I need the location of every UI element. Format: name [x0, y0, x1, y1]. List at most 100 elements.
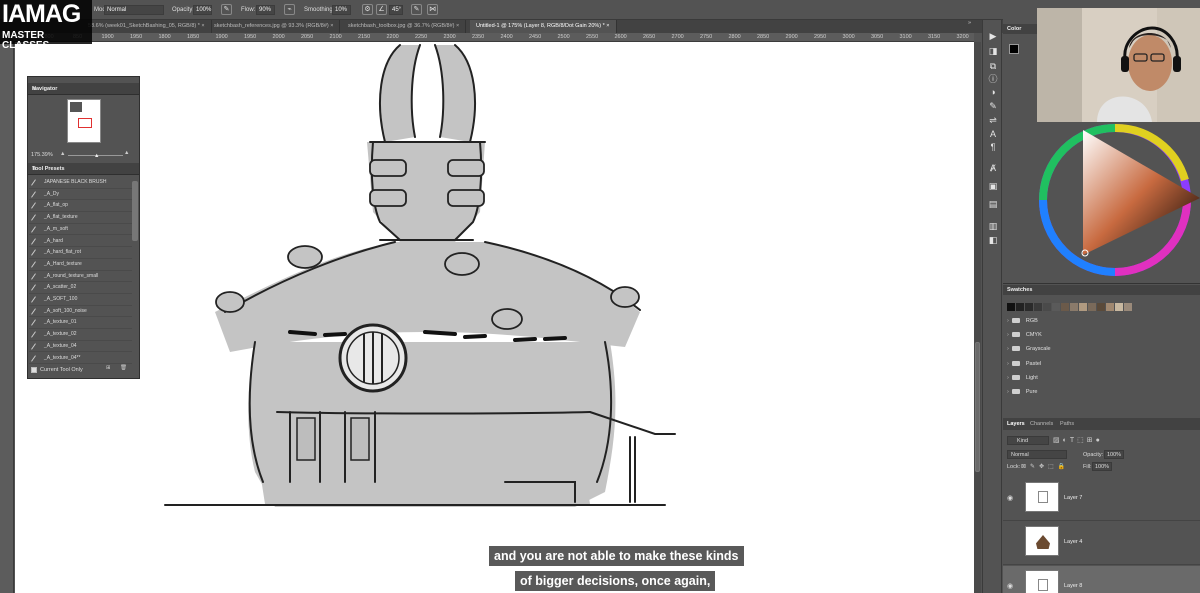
foreground-color-swatch[interactable] [1009, 44, 1019, 54]
color-swatch[interactable] [1034, 303, 1042, 311]
visibility-eye-icon[interactable]: ◉ [1007, 494, 1013, 502]
brush-settings-icon[interactable]: ◨ [987, 45, 999, 57]
swatch-folder[interactable]: › Grayscale [1007, 343, 1051, 355]
color-swatch[interactable] [1016, 303, 1024, 311]
color-swatch[interactable] [1097, 303, 1105, 311]
tool-preset-item[interactable]: _A_Hard_texture [29, 259, 132, 271]
zoom-out-icon[interactable]: ▲ [60, 151, 65, 157]
canvas[interactable]: and you are not able to make these kinds… [15, 42, 974, 593]
layer-name[interactable]: Layer 8 [1064, 583, 1082, 589]
swatch-folder[interactable]: › Pure [1007, 386, 1037, 398]
presets-scrollbar[interactable] [132, 181, 138, 241]
tool-preset-item[interactable]: _A_Dy [29, 189, 132, 201]
color-swatch[interactable] [1070, 303, 1078, 311]
blend-mode-select[interactable]: Normal [1007, 450, 1067, 459]
navigator-header[interactable]: Navigator ≡ [28, 83, 139, 95]
pressure-opacity-icon[interactable]: ✎ [221, 4, 232, 15]
layer-row[interactable]: Layer 4 [1003, 522, 1200, 565]
panel-menu-icon[interactable]: ≡ [32, 166, 136, 173]
visibility-eye-icon[interactable]: ◉ [1007, 582, 1013, 590]
zoom-slider-handle[interactable]: ▲ [94, 153, 99, 159]
tool-preset-item[interactable]: JAPANESE BLACK BRUSH [29, 177, 132, 189]
tab-untitled-1[interactable]: Untitled-1 @ 175% (Layer 8, RGB/8/Dot Ga… [470, 20, 617, 33]
color-swatch[interactable] [1106, 303, 1114, 311]
delete-preset-icon[interactable]: 🗑 [120, 365, 127, 371]
tab-sketchbashing[interactable]: 58.6% (week01_SketchBashing_05, RGB/8) *… [82, 20, 212, 33]
play-icon[interactable]: ▶ [987, 30, 999, 42]
color-swatch[interactable] [1007, 303, 1015, 311]
swatch-folder[interactable]: › Pastel [1007, 358, 1041, 370]
tool-preset-item[interactable]: _A_SOFT_100 [29, 294, 132, 306]
navigator-zoom[interactable]: 175.39% [31, 152, 53, 158]
tool-preset-item[interactable]: _A_texture_02 [29, 329, 132, 341]
libraries-icon[interactable]: ▤ [987, 198, 999, 210]
tool-preset-item[interactable]: _A_hard [29, 236, 132, 248]
fill-field[interactable]: 100% [1092, 462, 1112, 471]
opacity-field[interactable]: 100% [193, 5, 212, 15]
tool-preset-item[interactable]: _A_flat_op [29, 200, 132, 213]
tab-layers[interactable]: Layers [1007, 421, 1025, 427]
properties-icon[interactable]: ⇌ [987, 114, 999, 126]
tool-preset-item[interactable]: _A_texture_01 [29, 317, 132, 330]
color-swatch[interactable] [1115, 303, 1123, 311]
filter-kind-select[interactable]: Kind [1007, 436, 1049, 445]
airbrush-icon[interactable]: ⌁ [284, 4, 295, 15]
tab-paths[interactable]: Paths [1060, 421, 1074, 427]
panel-menu-icon[interactable]: ≡ [32, 86, 136, 93]
smoothing-field[interactable]: 10% [332, 5, 351, 15]
color-swatch[interactable] [1043, 303, 1051, 311]
info-icon[interactable]: ⓘ [987, 73, 999, 85]
mode-select[interactable]: Normal [104, 5, 164, 15]
color-swatch[interactable] [1124, 303, 1132, 311]
canvas-scrollbar[interactable] [974, 42, 981, 593]
tab-references[interactable]: sketchbash_references.jpg @ 93.3% (RGB/8… [208, 20, 341, 33]
color-wheel[interactable] [1025, 120, 1200, 285]
pressure-size-icon[interactable]: ✎ [411, 4, 422, 15]
tool-preset-item[interactable]: _A_texture_04 [29, 341, 132, 353]
scroll-thumb[interactable] [975, 342, 980, 472]
tool-preset-item[interactable]: _A_scatter_02 [29, 282, 132, 294]
angle-field[interactable]: 45° [389, 5, 403, 15]
character-icon[interactable]: A [987, 128, 999, 140]
color-swatch[interactable] [1052, 303, 1060, 311]
brush-icon[interactable]: ✎ [987, 100, 999, 112]
tab-toolbox[interactable]: sketchbash_toolbox.jpg @ 36.7% (RGB/8#) … [342, 20, 467, 33]
tabs-overflow-icon[interactable]: » [968, 20, 971, 26]
swatch-folder[interactable]: › CMYK [1007, 329, 1042, 341]
styles-icon[interactable]: ▣ [987, 180, 999, 192]
layer-row[interactable]: ◉ Layer 8 [1003, 566, 1200, 593]
tool-preset-item[interactable]: _A_hard_flat_rot [29, 247, 132, 259]
tool-preset-item[interactable]: _A_texture_04** [29, 353, 132, 365]
glyphs-icon[interactable]: ¶ [987, 141, 999, 153]
filter-icons[interactable]: ▨◐T⬚⊞● [1053, 436, 1103, 444]
flow-field[interactable]: 90% [256, 5, 275, 15]
layer-name[interactable]: Layer 4 [1064, 539, 1082, 545]
history-icon[interactable]: ▥ [987, 220, 999, 232]
new-preset-icon[interactable]: ⊞ [106, 365, 111, 371]
tool-preset-item[interactable]: _A_flat_texture [29, 212, 132, 224]
clone-source-icon[interactable]: ⧉ [987, 60, 999, 72]
zoom-in-icon[interactable]: ▲ [124, 150, 129, 156]
layer-name[interactable]: Layer 7 [1064, 495, 1082, 501]
symmetry-icon[interactable]: ⋈ [427, 4, 438, 15]
tool-preset-item[interactable]: _A_m_soft [29, 224, 132, 236]
type-icon[interactable]: Ⱥ [987, 162, 999, 174]
color-swatch[interactable] [1061, 303, 1069, 311]
layer-row[interactable]: ◉ Layer 7 [1003, 478, 1200, 521]
current-tool-only-checkbox[interactable] [31, 367, 37, 373]
navigator-thumbnail[interactable] [67, 99, 101, 143]
smoothing-settings-icon[interactable]: ⚙ [362, 4, 373, 15]
swatch-folder[interactable]: › Light [1007, 372, 1038, 384]
tab-channels[interactable]: Channels [1030, 421, 1053, 427]
adjustments-icon[interactable]: ◑ [987, 86, 999, 98]
tool-preset-item[interactable]: _A_round_texture_small [29, 271, 132, 283]
tool-preset-item[interactable]: _A_soft_100_noise [29, 306, 132, 318]
color-swatch[interactable] [1079, 303, 1087, 311]
tool-presets-header[interactable]: Tool Presets ≡ [28, 163, 139, 175]
color-swatch[interactable] [1088, 303, 1096, 311]
lock-icons[interactable]: ⊠✎✥⬚🔒 [1021, 463, 1069, 470]
notes-icon[interactable]: ◧ [987, 234, 999, 246]
swatch-folder[interactable]: › RGB [1007, 315, 1038, 327]
layer-opacity-field[interactable]: 100% [1104, 450, 1124, 459]
color-swatch[interactable] [1025, 303, 1033, 311]
